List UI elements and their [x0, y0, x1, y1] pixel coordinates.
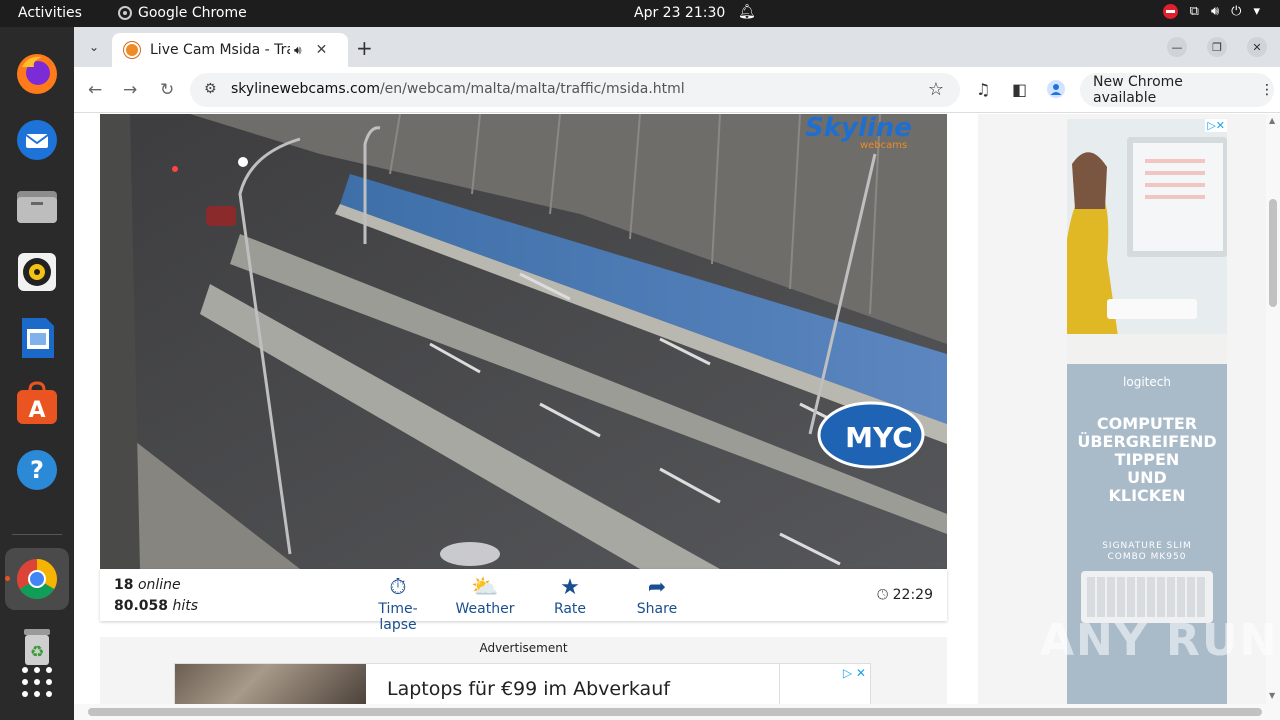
dock-separator — [12, 534, 62, 535]
address-bar[interactable]: ⚙︎ skylinewebcams.com/en/webcam/malta/ma… — [190, 73, 960, 107]
timelapse-label: Time-lapse — [378, 601, 418, 633]
horizontal-scroll-thumb[interactable] — [88, 708, 1262, 716]
share-button[interactable]: ➦ Share — [633, 575, 681, 617]
show-apps-icon[interactable] — [12, 657, 62, 707]
writer-icon[interactable] — [12, 313, 62, 363]
activities-button[interactable]: Activities — [18, 5, 82, 21]
chrome-icon[interactable] — [12, 554, 62, 604]
ad-side-headline: COMPUTER ÜBERGREIFEND TIPPEN UND KLICKEN — [1077, 414, 1217, 505]
ad-choices-icon[interactable]: ▷ ✕ — [843, 666, 866, 680]
reload-button[interactable]: ↻ — [160, 80, 174, 100]
skyline-logo-sub: webcams — [860, 140, 907, 151]
tab-live-cam[interactable]: Live Cam Msida - Traffic 🔊︎ ✕ — [112, 33, 348, 67]
clock[interactable]: Apr 23 21:30 — [634, 5, 725, 21]
app-center-icon[interactable]: A — [12, 379, 62, 429]
weather-button[interactable]: ⛅ Weather — [455, 575, 515, 617]
hits-counter: 80.058 hits — [114, 598, 199, 614]
favicon-icon — [124, 42, 140, 58]
timelapse-button[interactable]: ⏱ Time-lapse — [361, 575, 435, 633]
vertical-scroll-thumb[interactable] — [1269, 199, 1277, 307]
thunderbird-icon[interactable] — [12, 115, 62, 165]
webcam-time: 🕓︎ 22:29 — [877, 587, 933, 603]
tab-title: Live Cam Msida - Traffic — [150, 42, 290, 58]
weather-icon: ⛅ — [471, 575, 499, 600]
chrome-update-button[interactable]: New Chrome available ⋮ — [1080, 73, 1274, 107]
network-icon: ⧉ — [1189, 4, 1199, 19]
recording-icon — [1162, 4, 1178, 19]
close-window-button[interactable]: ✕ — [1247, 37, 1267, 57]
ad-product-name: SIGNATURE SLIM COMBO MK950 — [1102, 541, 1192, 562]
scroll-down-icon[interactable]: ▼ — [1269, 691, 1275, 700]
webcam-player[interactable]: Skyline webcams MYC — [100, 114, 947, 569]
tab-strip: ⌄ Live Cam Msida - Traffic 🔊︎ ✕ + — ❐ ✕ — [74, 27, 1280, 67]
volume-icon: 🔊︎ — [1210, 4, 1220, 19]
skyline-logo-text: Skyline — [805, 114, 912, 143]
profile-avatar-icon[interactable] — [1047, 80, 1065, 102]
chrome-window: ⌄ Live Cam Msida - Traffic 🔊︎ ✕ + — ❐ ✕ … — [74, 27, 1280, 720]
minimize-button[interactable]: — — [1167, 37, 1187, 57]
app-name: Google Chrome — [138, 5, 247, 21]
main-column: Skyline webcams MYC 18 online 80.058 hit… — [74, 114, 978, 704]
tab-search-button[interactable]: ⌄ — [82, 35, 106, 59]
app-menu[interactable]: Google Chrome — [118, 5, 247, 21]
media-controls-icon[interactable]: ♫ — [976, 80, 990, 99]
anyrun-watermark: ANY RUN — [1040, 615, 1279, 666]
chevron-down-icon: ▾ — [1253, 4, 1260, 19]
weather-label: Weather — [455, 601, 515, 617]
side-panel-icon[interactable]: ◧ — [1012, 80, 1027, 99]
myc-logo-text: MYC — [845, 421, 913, 454]
rate-button[interactable]: ★ Rate — [550, 575, 590, 617]
online-counter: 18 online — [114, 577, 181, 593]
browser-toolbar: ← → ↻ ⚙︎ skylinewebcams.com/en/webcam/ma… — [74, 67, 1280, 113]
maximize-button[interactable]: ❐ — [1207, 37, 1227, 57]
horizontal-scrollbar[interactable] — [74, 704, 1280, 720]
site-info-icon[interactable]: ⚙︎ — [204, 81, 217, 97]
url-text[interactable]: skylinewebcams.com/en/webcam/malta/malta… — [231, 81, 685, 97]
close-tab-icon[interactable]: ✕ — [316, 42, 328, 58]
rate-label: Rate — [553, 601, 587, 617]
system-top-bar: Activities Google Chrome Apr 23 21:30 🔔︎… — [0, 0, 1280, 27]
ad-divider — [779, 664, 780, 704]
advertisement-area: Advertisement Laptops für €99 im Abverka… — [100, 637, 947, 704]
ad-headline: Laptops für €99 im Abverkauf — [387, 678, 670, 700]
star-icon: ★ — [560, 575, 580, 600]
bookmark-star-icon[interactable]: ☆ — [928, 79, 944, 100]
scroll-up-icon[interactable]: ▲ — [1269, 116, 1275, 125]
forward-button[interactable]: → — [123, 80, 137, 100]
bottom-ad-banner[interactable]: Laptops für €99 im Abverkauf ▷ ✕ — [174, 663, 871, 704]
update-label: New Chrome available — [1093, 74, 1183, 106]
chrome-app-icon — [118, 6, 132, 20]
firefox-icon[interactable] — [12, 49, 62, 99]
new-tab-button[interactable]: + — [356, 36, 373, 60]
timelapse-icon: ⏱ — [389, 575, 407, 600]
menu-kebab-icon[interactable]: ⋮ — [1260, 82, 1274, 98]
webcam-time-label: 22:29 — [892, 587, 933, 603]
advertisement-label: Advertisement — [479, 641, 568, 655]
ad-photo — [1067, 119, 1227, 364]
system-tray[interactable]: ⧉ 🔊︎ ⏻ ▾ — [1162, 4, 1260, 19]
webcam-info-bar: 18 online 80.058 hits ⏱ Time-lapse ⛅ Wea… — [100, 569, 947, 633]
share-label: Share — [636, 601, 678, 617]
share-icon: ➦ — [647, 575, 667, 600]
ad-choices-icon[interactable]: ▷✕ — [1205, 119, 1227, 132]
ad-brand: logitech — [1123, 375, 1171, 389]
rhythmbox-icon[interactable] — [12, 247, 62, 297]
svg-text:?: ? — [30, 456, 44, 484]
power-icon: ⏻ — [1231, 4, 1242, 19]
ad-laptops-image — [175, 664, 366, 704]
bell-icon: 🔔︎ — [738, 4, 756, 20]
back-button[interactable]: ← — [88, 80, 102, 100]
clock-icon: 🕓︎ — [877, 587, 889, 603]
audio-playing-icon[interactable]: 🔊︎ — [294, 43, 302, 58]
files-icon[interactable] — [12, 181, 62, 231]
help-icon[interactable]: ? — [12, 445, 62, 495]
running-indicator — [5, 576, 10, 581]
svg-text:A: A — [28, 398, 45, 423]
dock: A ? ♻ — [0, 27, 74, 720]
